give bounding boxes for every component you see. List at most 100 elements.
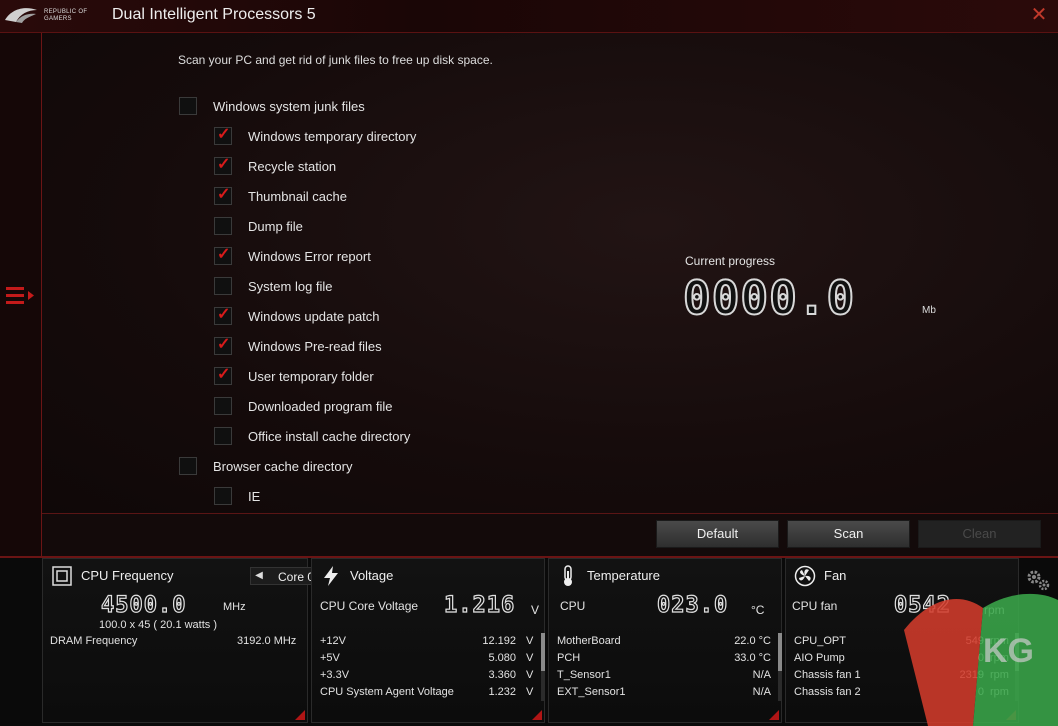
- progress-value: 0000.0: [682, 270, 856, 326]
- checkbox[interactable]: [214, 487, 232, 505]
- checkmark-icon: ✓: [217, 246, 231, 263]
- progress-label: Current progress: [685, 254, 776, 268]
- dram-frequency-value: 3192.0 MHz: [237, 635, 297, 647]
- cpu-panel-title: CPU Frequency: [81, 568, 174, 583]
- fan-icon: [794, 565, 816, 587]
- voltage-row-value: 5.080: [488, 652, 516, 664]
- checklist-item[interactable]: Dump file: [214, 216, 303, 236]
- voltage-row-unit: V: [526, 652, 534, 664]
- voltage-row-unit: V: [526, 669, 534, 681]
- panel-corner-icon: [532, 710, 542, 720]
- close-icon[interactable]: ✕: [1030, 5, 1048, 25]
- checklist-item-label: Windows temporary directory: [248, 128, 417, 144]
- voltage-panel[interactable]: Voltage CPU Core Voltage 1.216 V +12V 12.…: [311, 558, 545, 723]
- voltage-row-unit: V: [526, 635, 534, 647]
- scan-button[interactable]: Scan: [787, 520, 910, 548]
- checklist-item[interactable]: ✓ Windows temporary directory: [214, 126, 416, 146]
- temperature-scrollbar[interactable]: [778, 633, 782, 701]
- checkbox[interactable]: ✓: [214, 306, 232, 325]
- checklist-item-label: User temporary folder: [248, 368, 374, 384]
- temperature-row-label: T_Sensor1: [557, 669, 611, 681]
- rog-logo: REPUBLIC OF GAMERS: [4, 4, 96, 28]
- fan-panel-title: Fan: [824, 568, 847, 583]
- voltage-row-label: CPU System Agent Voltage: [320, 686, 454, 698]
- cpu-chip-icon: [52, 566, 72, 586]
- cpu-temperature-value: 023.0: [656, 592, 729, 618]
- checkmark-icon: ✓: [217, 186, 231, 203]
- temperature-row-label: PCH: [557, 652, 581, 664]
- lightning-icon: [324, 566, 338, 586]
- left-sidebar: [0, 33, 42, 556]
- checkmark-icon: ✓: [217, 126, 231, 143]
- checklist-item-label: System log file: [248, 278, 333, 294]
- intro-text: Scan your PC and get rid of junk files t…: [178, 53, 493, 67]
- voltage-row-value: 12.192: [482, 635, 516, 647]
- voltage-row-label: +5V: [320, 652, 340, 664]
- checkmark-icon: ✓: [217, 336, 231, 353]
- checklist-item-label: Windows Pre-read files: [248, 338, 382, 354]
- temperature-panel[interactable]: Temperature CPU 023.0 °C MotherBoard 22.0…: [548, 558, 782, 723]
- clean-button[interactable]: Clean: [918, 520, 1041, 548]
- checkbox[interactable]: ✓: [214, 366, 232, 385]
- checkbox[interactable]: [214, 277, 232, 295]
- voltage-scrollbar[interactable]: [541, 633, 545, 701]
- fan-row-label: AIO Pump: [794, 652, 845, 664]
- voltage-row-unit: V: [526, 686, 534, 698]
- checklist-item[interactable]: Office install cache directory: [214, 426, 410, 446]
- checklist-item[interactable]: ✓ User temporary folder: [214, 366, 374, 386]
- title-bar: REPUBLIC OF GAMERS Dual Intelligent Proc…: [0, 0, 1058, 33]
- checkbox[interactable]: [214, 217, 232, 235]
- checklist-item[interactable]: Windows system junk files: [179, 96, 365, 116]
- checklist-item-label: Office install cache directory: [248, 428, 411, 444]
- voltage-row-label: +3.3V: [320, 669, 350, 681]
- panel-corner-icon: [295, 710, 305, 720]
- checklist-item-label: IE: [248, 488, 261, 504]
- checklist-item[interactable]: ✓ Windows Pre-read files: [214, 336, 382, 356]
- checkmark-icon: ✓: [217, 306, 231, 323]
- checklist-item-label: Dump file: [248, 218, 303, 234]
- checkbox[interactable]: [179, 457, 197, 475]
- checklist-item[interactable]: ✓ Thumbnail cache: [214, 186, 347, 206]
- checklist-item[interactable]: System log file: [214, 276, 333, 296]
- checklist-item[interactable]: IE: [214, 486, 260, 506]
- checkbox[interactable]: [179, 97, 197, 115]
- checkmark-icon: ✓: [217, 156, 231, 173]
- voltage-panel-title: Voltage: [350, 568, 394, 583]
- checklist-item-label: Recycle station: [248, 158, 337, 174]
- checklist-item-label: Browser cache directory: [213, 458, 353, 474]
- checklist-item[interactable]: ✓ Windows update patch: [214, 306, 380, 326]
- checkbox[interactable]: [214, 397, 232, 415]
- voltage-row-value: 3.360: [488, 669, 516, 681]
- menu-expand-icon[interactable]: [6, 285, 38, 307]
- voltage-row-value: 1.232: [488, 686, 516, 698]
- default-button[interactable]: Default: [656, 520, 779, 548]
- checklist-item-label: Windows system junk files: [213, 98, 365, 114]
- cpu-temperature-unit: °C: [751, 603, 765, 617]
- rog-logo-text: REPUBLIC OF GAMERS: [44, 9, 88, 22]
- checkbox[interactable]: ✓: [214, 246, 232, 265]
- cpu-multiplier-line: 100.0 x 45 ( 20.1 watts ): [99, 619, 218, 631]
- watermark-text: KG: [983, 632, 1034, 670]
- kitguru-watermark-logo: KG: [888, 570, 1058, 726]
- checklist-item[interactable]: ✓ Recycle station: [214, 156, 336, 176]
- temperature-row-value: N/A: [752, 686, 771, 698]
- checklist-item[interactable]: Downloaded program file: [214, 396, 393, 416]
- checkbox[interactable]: ✓: [214, 156, 232, 175]
- core-prev-icon[interactable]: ◀: [253, 569, 265, 583]
- progress-unit: Mb: [922, 305, 936, 316]
- main-panel: Scan your PC and get rid of junk files t…: [42, 33, 1058, 513]
- cpu-frequency-value: 4500.0: [100, 592, 187, 618]
- cpu-core-voltage-unit: V: [531, 603, 540, 617]
- cpu-temperature-label: CPU: [560, 599, 586, 613]
- temperature-row-value: N/A: [752, 669, 771, 681]
- voltage-row-label: +12V: [320, 635, 346, 647]
- checklist-item[interactable]: ✓ Windows Error report: [214, 246, 371, 266]
- checklist-item[interactable]: Browser cache directory: [179, 456, 352, 476]
- checkbox[interactable]: [214, 427, 232, 445]
- checkbox[interactable]: ✓: [214, 336, 232, 355]
- checkbox[interactable]: ✓: [214, 126, 232, 145]
- checkbox[interactable]: ✓: [214, 186, 232, 205]
- cpu-frequency-panel[interactable]: CPU Frequency ◀ Core 0 ▶ 4500.0 MHz 100.…: [42, 558, 346, 723]
- panel-corner-icon: [769, 710, 779, 720]
- checklist-item-label: Windows update patch: [248, 308, 380, 324]
